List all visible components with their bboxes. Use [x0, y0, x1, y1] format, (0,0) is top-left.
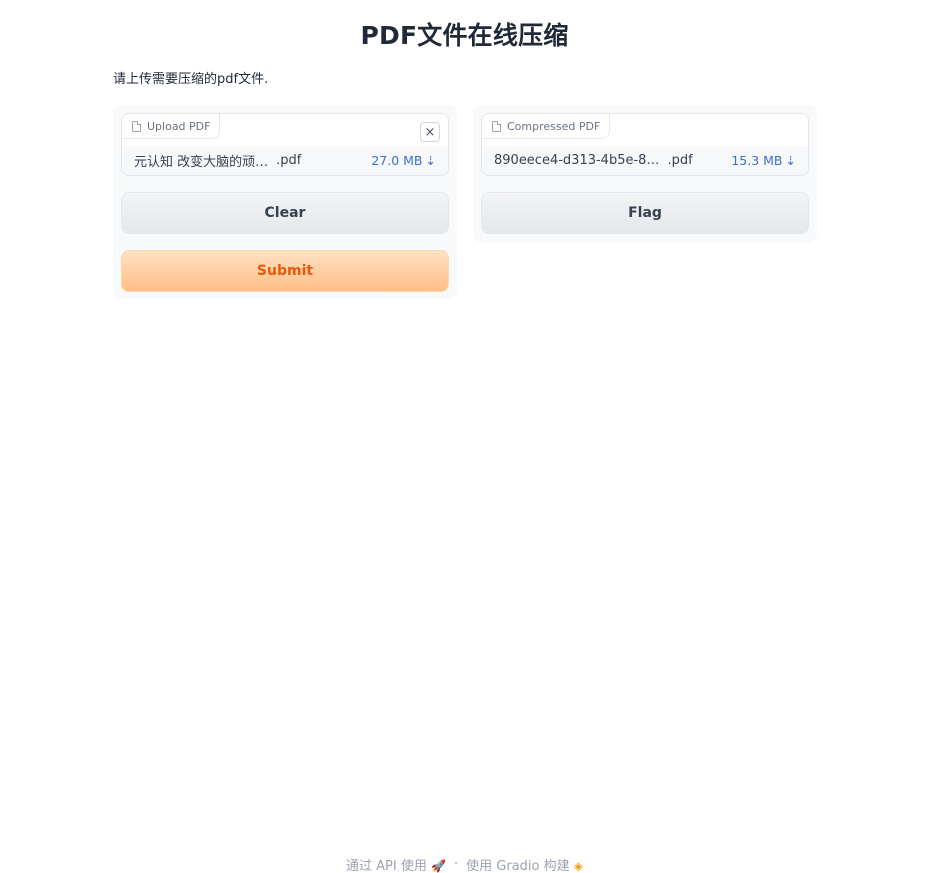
compressed-file-name: 890eece4-d313-4b5e-8…: [494, 153, 660, 168]
page-title: PDF文件在线压缩: [360, 21, 569, 50]
file-icon: [132, 120, 141, 132]
submit-button[interactable]: Submit: [121, 250, 449, 292]
built-with-gradio-text: 使用 Gradio 构建: [466, 859, 570, 873]
upload-pdf-label: Upload PDF: [121, 113, 221, 139]
download-icon: ⇣: [785, 153, 796, 168]
remove-file-button[interactable]: ×: [420, 122, 440, 142]
flag-button[interactable]: Flag: [481, 192, 809, 234]
use-via-api-link[interactable]: 通过 API 使用 🚀: [346, 855, 446, 873]
output-panel: Compressed PDF 890eece4-d313-4b5e-8… .pd…: [473, 105, 817, 242]
close-icon: ×: [424, 124, 436, 140]
compressed-file-size: 15.3 MB: [731, 153, 783, 168]
uploaded-file-download-link[interactable]: 27.0 MB ⇣: [371, 153, 436, 168]
built-with-gradio-link[interactable]: 使用 Gradio 构建 ◈: [466, 855, 583, 873]
compressed-pdf-label-text: Compressed PDF: [507, 119, 601, 133]
page-description: 请上传需要压缩的pdf文件.: [113, 72, 269, 87]
compressed-file-download-link[interactable]: 15.3 MB ⇣: [731, 153, 796, 168]
uploaded-file-name: 元认知 改变大脑的顽…: [134, 155, 269, 170]
rocket-icon: 🚀: [431, 859, 446, 873]
uploaded-file-ext: .pdf: [276, 153, 302, 168]
gradio-logo-icon: ◈: [573, 859, 583, 873]
download-icon: ⇣: [425, 153, 436, 168]
compressed-pdf-box: Compressed PDF 890eece4-d313-4b5e-8… .pd…: [481, 113, 809, 176]
footer: 通过 API 使用 🚀 · 使用 Gradio 构建 ◈: [0, 855, 929, 873]
compressed-file-row: 890eece4-d313-4b5e-8… .pdf 15.3 MB ⇣: [482, 146, 808, 175]
file-icon: [492, 120, 501, 132]
compressed-file-ext: .pdf: [667, 153, 693, 168]
footer-separator: ·: [453, 857, 459, 872]
compressed-pdf-label: Compressed PDF: [481, 113, 611, 139]
use-via-api-text: 通过 API 使用: [346, 859, 427, 873]
uploaded-file-size: 27.0 MB: [371, 153, 423, 168]
upload-pdf-label-text: Upload PDF: [147, 119, 211, 133]
clear-button[interactable]: Clear: [121, 192, 449, 234]
upload-pdf-box[interactable]: Upload PDF × 元认知 改变大脑的顽… .pdf 27.0 MB ⇣: [121, 113, 449, 176]
app-root: PDF文件在线压缩 请上传需要压缩的pdf文件. Upload PDF × 元认…: [0, 0, 929, 873]
input-panel: Upload PDF × 元认知 改变大脑的顽… .pdf 27.0 MB ⇣ C…: [113, 105, 457, 299]
uploaded-file-row: 元认知 改变大脑的顽… .pdf 27.0 MB ⇣: [122, 146, 448, 175]
